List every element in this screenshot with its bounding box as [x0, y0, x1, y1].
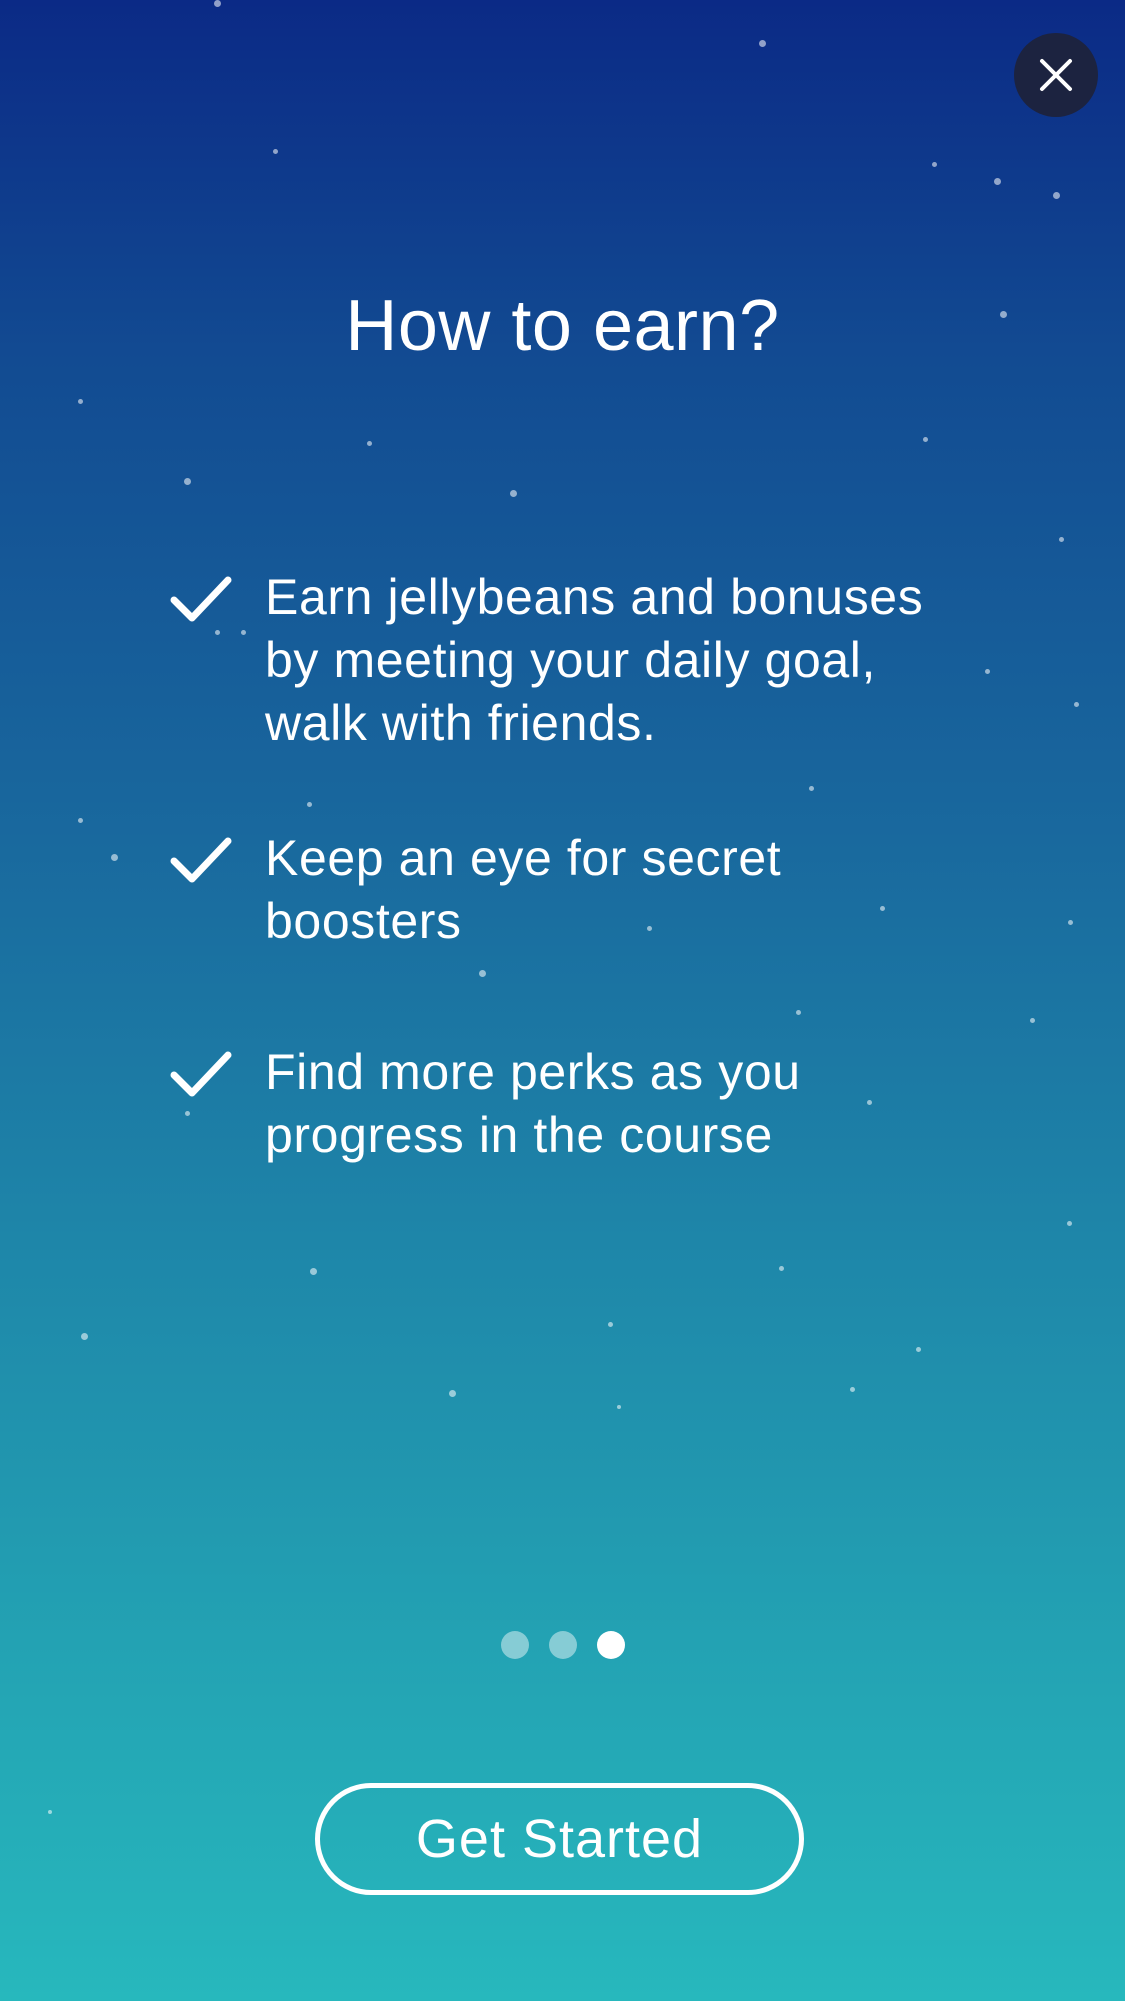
page-dot-3[interactable]	[596, 1631, 625, 1659]
page-indicator	[0, 1631, 1125, 1659]
close-button[interactable]	[1014, 33, 1098, 117]
star	[1068, 920, 1073, 925]
star	[1074, 702, 1079, 707]
star	[994, 178, 1001, 185]
star	[273, 149, 278, 154]
checkmark-icon	[170, 566, 242, 629]
star	[449, 1390, 456, 1397]
checkmark-icon	[170, 1041, 242, 1104]
onboarding-screen: How to earn? Earn jellybeans and bonuses…	[0, 0, 1125, 2001]
star	[111, 854, 118, 861]
star	[759, 40, 766, 47]
star	[184, 478, 191, 485]
page-title: How to earn?	[345, 286, 780, 366]
star	[1059, 537, 1064, 542]
page-dot-2[interactable]	[548, 1631, 577, 1659]
star	[81, 1333, 88, 1340]
list-item-text: Keep an eye for secret boosters	[265, 830, 782, 949]
star	[78, 818, 83, 823]
list-item: Earn jellybeans and bonuses by meeting y…	[170, 566, 990, 755]
star	[617, 1405, 621, 1409]
star	[214, 0, 221, 7]
star	[510, 490, 517, 497]
list-item-text: Find more perks as you progress in the c…	[265, 1044, 801, 1163]
star	[1030, 1018, 1035, 1023]
star	[1053, 192, 1060, 199]
get-started-button[interactable]: Get Started	[315, 1783, 804, 1895]
star	[608, 1322, 613, 1327]
star	[916, 1347, 921, 1352]
close-icon	[1040, 59, 1072, 91]
star	[850, 1387, 855, 1392]
benefits-list: Earn jellybeans and bonuses by meeting y…	[170, 566, 990, 1239]
page-dot-1[interactable]	[500, 1631, 529, 1659]
star	[48, 1810, 52, 1814]
star	[932, 162, 937, 167]
list-item-text: Earn jellybeans and bonuses by meeting y…	[265, 569, 924, 751]
star	[367, 441, 372, 446]
star	[310, 1268, 317, 1275]
star	[78, 399, 83, 404]
star	[779, 1266, 784, 1271]
star	[1067, 1221, 1072, 1226]
star	[923, 437, 928, 442]
checkmark-icon	[170, 827, 242, 890]
list-item: Find more perks as you progress in the c…	[170, 1041, 990, 1167]
list-item: Keep an eye for secret boosters	[170, 827, 990, 953]
